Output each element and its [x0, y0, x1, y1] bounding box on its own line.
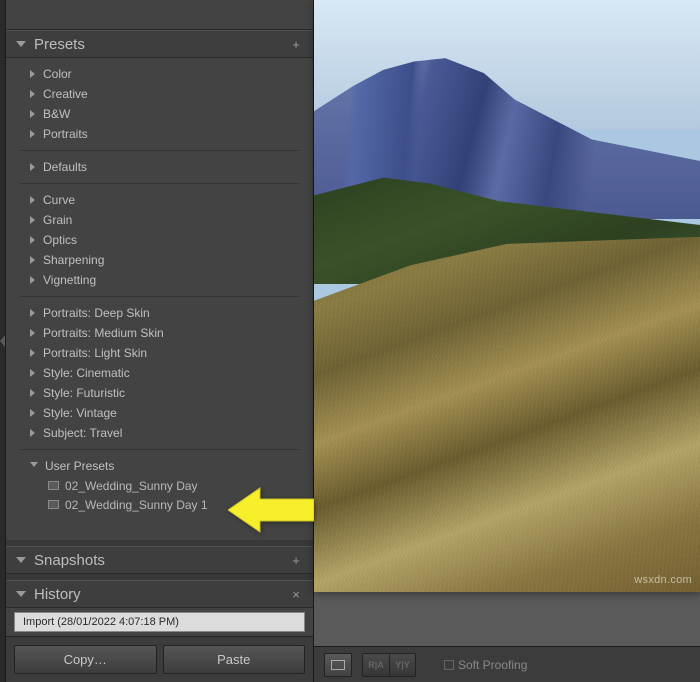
loupe-view-button[interactable]: [325, 654, 351, 676]
watermark-text: wsxdn.com: [634, 574, 692, 586]
bottom-button-bar: Copy… Paste: [6, 636, 313, 682]
preset-folder-color[interactable]: Color: [6, 64, 313, 84]
image-preview[interactable]: [314, 0, 700, 592]
chevron-right-icon: [30, 429, 35, 437]
close-icon[interactable]: ×: [289, 587, 303, 602]
preset-folder-travel[interactable]: Subject: Travel: [6, 423, 313, 443]
presets-panel-header[interactable]: Presets +: [6, 30, 313, 58]
arrow-annotation-icon: [228, 485, 314, 535]
chevron-right-icon: [30, 196, 35, 204]
preset-folder-curve[interactable]: Curve: [6, 190, 313, 210]
user-presets-folder[interactable]: User Presets: [6, 456, 313, 476]
paste-button[interactable]: Paste: [163, 645, 306, 674]
canvas-area[interactable]: wsxdn.com: [314, 0, 700, 646]
divider: [20, 296, 299, 297]
checkbox-icon: [444, 660, 454, 670]
divider: [20, 183, 299, 184]
yy-icon: Y|Y: [395, 660, 410, 670]
chevron-down-icon: [16, 591, 26, 597]
preset-folder-deep-skin[interactable]: Portraits: Deep Skin: [6, 303, 313, 323]
view-mode-group: [324, 653, 352, 677]
before-after-yy-button[interactable]: Y|Y: [389, 654, 415, 676]
snapshots-title: Snapshots: [34, 552, 289, 569]
preset-folder-sharpening[interactable]: Sharpening: [6, 250, 313, 270]
presets-body: Color Creative B&W Portraits Defaults Cu…: [6, 58, 313, 540]
chevron-down-icon: [16, 41, 26, 47]
chevron-right-icon: [30, 329, 35, 337]
copy-button[interactable]: Copy…: [14, 645, 157, 674]
preset-folder-light-skin[interactable]: Portraits: Light Skin: [6, 343, 313, 363]
divider: [20, 150, 299, 151]
plus-icon[interactable]: +: [289, 37, 303, 52]
soft-proofing-label: Soft Proofing: [458, 658, 527, 672]
preset-folder-vignetting[interactable]: Vignetting: [6, 270, 313, 290]
history-title: History: [34, 586, 289, 603]
chevron-left-icon: [0, 335, 5, 347]
preset-folder-optics[interactable]: Optics: [6, 230, 313, 250]
chevron-right-icon: [30, 70, 35, 78]
chevron-right-icon: [30, 276, 35, 284]
chevron-right-icon: [30, 130, 35, 138]
chevron-right-icon: [30, 309, 35, 317]
panel-top-spacer: [6, 0, 313, 30]
divider: [20, 449, 299, 450]
chevron-right-icon: [30, 349, 35, 357]
soft-proofing-toggle[interactable]: Soft Proofing: [444, 658, 527, 672]
compare-group-1: R|A Y|Y: [362, 653, 416, 677]
chevron-right-icon: [30, 110, 35, 118]
chevron-right-icon: [30, 90, 35, 98]
preset-folder-grain[interactable]: Grain: [6, 210, 313, 230]
preset-folder-futuristic[interactable]: Style: Futuristic: [6, 383, 313, 403]
preset-folder-portraits[interactable]: Portraits: [6, 124, 313, 144]
preset-folder-cinematic[interactable]: Style: Cinematic: [6, 363, 313, 383]
chevron-right-icon: [30, 256, 35, 264]
history-body: Import (28/01/2022 4:07:18 PM): [6, 608, 313, 636]
before-after-ra-button[interactable]: R|A: [363, 654, 389, 676]
chevron-right-icon: [30, 216, 35, 224]
preset-folder-bw[interactable]: B&W: [6, 104, 313, 124]
preset-folder-defaults[interactable]: Defaults: [6, 157, 313, 177]
chevron-down-icon: [16, 557, 26, 563]
preset-folder-medium-skin[interactable]: Portraits: Medium Skin: [6, 323, 313, 343]
plus-icon[interactable]: +: [289, 553, 303, 568]
photo-frame: [314, 0, 700, 592]
right-area: wsxdn.com R|A Y|Y Soft Proofing: [314, 0, 700, 682]
chevron-right-icon: [30, 389, 35, 397]
chevron-right-icon: [30, 409, 35, 417]
left-panel: Presets + Color Creative B&W Portraits D…: [6, 0, 314, 682]
chevron-right-icon: [30, 369, 35, 377]
chevron-right-icon: [30, 236, 35, 244]
ra-icon: R|A: [368, 660, 384, 670]
preset-thumbnail-icon: [48, 481, 59, 490]
bottom-toolbar: R|A Y|Y Soft Proofing: [314, 646, 700, 682]
preset-folder-vintage[interactable]: Style: Vintage: [6, 403, 313, 423]
preset-folder-creative[interactable]: Creative: [6, 84, 313, 104]
rectangle-icon: [331, 660, 345, 670]
chevron-right-icon: [30, 163, 35, 171]
preset-thumbnail-icon: [48, 500, 59, 509]
snapshots-panel-header[interactable]: Snapshots +: [6, 546, 313, 574]
history-panel-header[interactable]: History ×: [6, 580, 313, 608]
history-entry[interactable]: Import (28/01/2022 4:07:18 PM): [14, 612, 305, 632]
presets-title: Presets: [34, 36, 289, 53]
image-grass-region: [314, 237, 700, 592]
chevron-down-icon: [30, 462, 38, 471]
